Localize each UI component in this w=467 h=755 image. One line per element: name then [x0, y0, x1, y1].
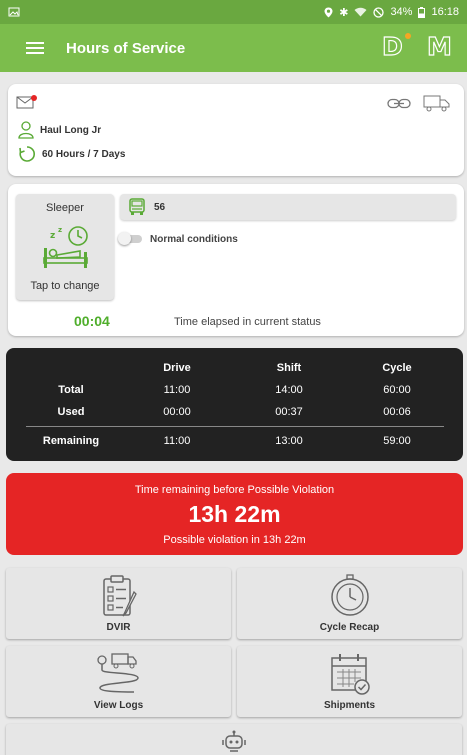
used-shift: 00:37 — [275, 406, 303, 418]
view-logs-label: View Logs — [93, 700, 144, 711]
bottom-menu-button[interactable] — [6, 724, 462, 755]
violation-banner: Time remaining before Possible Violation… — [6, 473, 463, 555]
calendar-check-icon — [330, 654, 370, 695]
elapsed-label: Time elapsed in current status — [174, 316, 321, 328]
wifi-icon — [354, 7, 367, 17]
svg-text:z: z — [50, 231, 55, 241]
cycle-rule-row: 60 Hours / 7 Days — [18, 145, 125, 163]
violation-title: Time remaining before Possible Violation — [134, 484, 335, 496]
app-bar: Hours of Service D M — [0, 24, 467, 72]
elapsed-time: 00:04 — [74, 313, 110, 329]
clock: 16:18 — [431, 6, 459, 18]
driver-card: Haul Long Jr 60 Hours / 7 Days — [8, 84, 464, 176]
used-cycle: 00:06 — [383, 406, 411, 418]
remaining-cycle: 59:00 — [383, 435, 411, 447]
shipments-button[interactable]: Shipments — [237, 646, 462, 717]
logo-d[interactable]: D — [381, 31, 403, 61]
view-logs-button[interactable]: View Logs — [6, 646, 231, 717]
mail-icon[interactable] — [16, 94, 38, 110]
hours-table: Drive Shift Cycle Total 11:00 14:00 60:0… — [6, 348, 463, 461]
route-icon — [96, 653, 139, 693]
dvir-button[interactable]: DVIR — [6, 568, 231, 639]
violation-subtitle: Possible violation in 13h 22m — [163, 534, 306, 546]
logo-m[interactable]: M — [426, 31, 452, 61]
robot-icon — [222, 730, 246, 752]
shipments-label: Shipments — [323, 700, 376, 711]
remaining-drive: 11:00 — [163, 435, 191, 447]
stopwatch-icon — [330, 574, 369, 616]
sleeper-bed-icon: z z — [43, 226, 88, 268]
row-label-remaining: Remaining — [42, 435, 100, 447]
total-drive: 11:00 — [163, 384, 191, 396]
clipboard-checklist-icon — [102, 575, 137, 617]
svg-text:z: z — [58, 226, 62, 234]
page-title: Hours of Service — [66, 39, 186, 57]
table-divider — [26, 426, 444, 427]
row-label-used: Used — [57, 406, 85, 418]
total-cycle: 60:00 — [383, 384, 411, 396]
status-tile[interactable]: Sleeper z z Tap to change — [16, 194, 114, 300]
header-shift: Shift — [276, 362, 302, 374]
recycle-icon — [19, 146, 35, 162]
bluetooth-icon: ✱ — [339, 6, 349, 19]
do-not-disturb-icon — [373, 6, 385, 18]
hamburger-icon[interactable] — [26, 42, 44, 54]
battery-icon — [418, 6, 426, 18]
driver-name: Haul Long Jr — [40, 124, 102, 136]
dvir-label: DVIR — [106, 622, 131, 633]
link-icon[interactable] — [387, 98, 411, 109]
cycle-recap-label: Cycle Recap — [319, 622, 380, 633]
truck-front-icon — [129, 198, 145, 215]
vehicle-selector[interactable]: 56 — [120, 194, 456, 220]
driver-icon — [18, 121, 34, 139]
cycle-recap-button[interactable]: Cycle Recap — [237, 568, 462, 639]
status-label: Sleeper — [46, 202, 84, 214]
used-drive: 00:00 — [163, 406, 191, 418]
header-cycle: Cycle — [382, 362, 412, 374]
notification-dot — [405, 33, 411, 39]
conditions-toggle[interactable] — [118, 232, 144, 245]
row-label-total: Total — [58, 384, 84, 396]
remaining-shift: 13:00 — [275, 435, 303, 447]
status-card: Sleeper z z Tap to change 56 Normal cond… — [8, 184, 464, 336]
driver-name-row: Haul Long Jr — [18, 121, 101, 139]
status-bar: ✱ 34% 16:18 — [0, 0, 467, 24]
cycle-rule: 60 Hours / 7 Days — [42, 148, 126, 160]
location-icon — [324, 7, 333, 17]
total-shift: 14:00 — [275, 384, 303, 396]
vehicle-number: 56 — [154, 201, 166, 213]
conditions-label: Normal conditions — [150, 234, 238, 245]
tap-to-change-label: Tap to change — [30, 280, 100, 292]
truck-icon[interactable] — [423, 94, 451, 112]
image-icon — [8, 7, 20, 17]
battery-percent: 34% — [390, 6, 413, 18]
violation-remaining: 13h 22m — [188, 501, 281, 527]
header-drive: Drive — [163, 362, 191, 374]
